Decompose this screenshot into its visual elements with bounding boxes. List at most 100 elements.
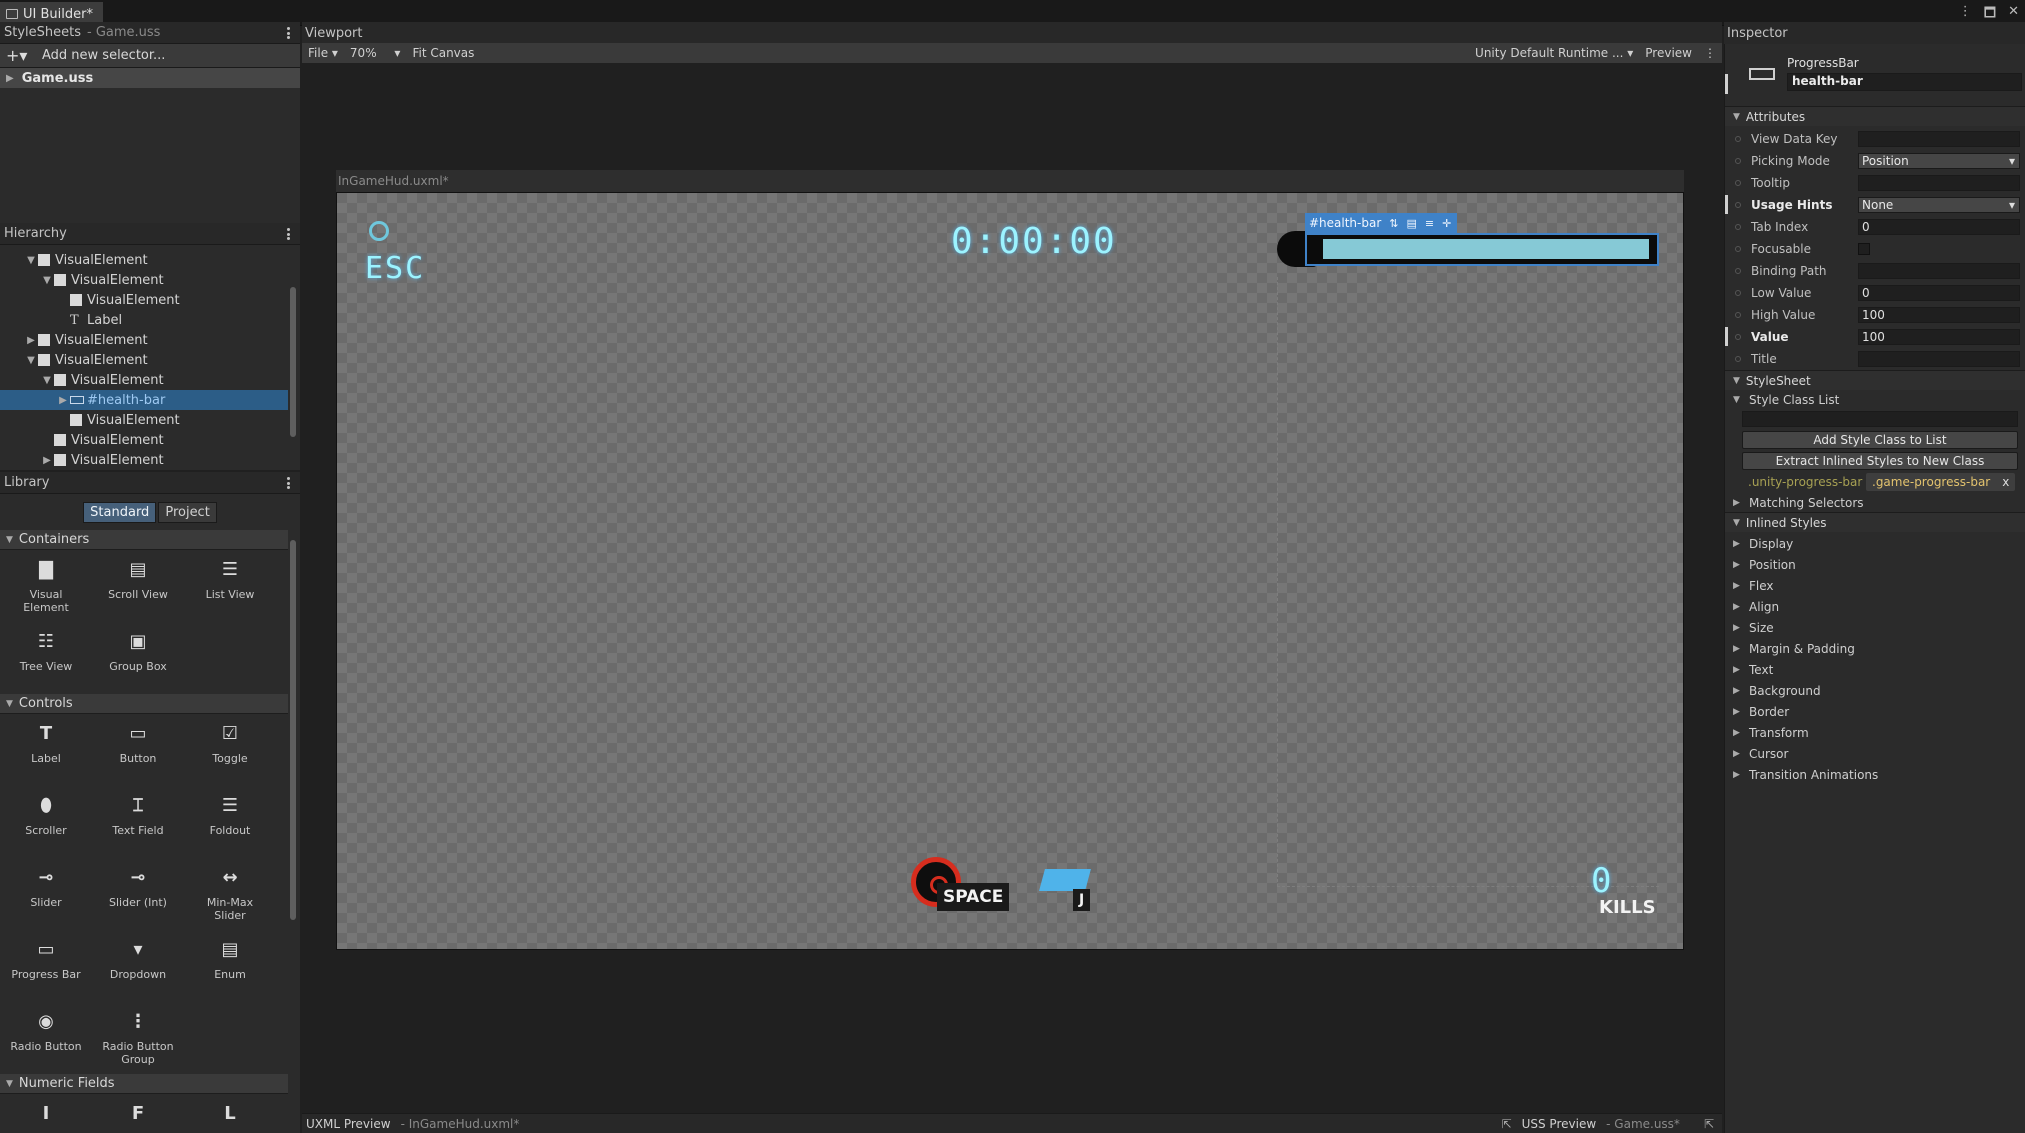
- expand-arrow-icon[interactable]: ▶: [1733, 686, 1743, 696]
- library-item[interactable]: ⌶ Text Field: [92, 786, 184, 858]
- expand-arrow-icon[interactable]: ▶: [1733, 644, 1743, 654]
- hierarchy-row[interactable]: ▶ #health-bar: [0, 390, 288, 410]
- attribute-field[interactable]: 0: [1858, 218, 2020, 235]
- library-item[interactable]: LLong: [184, 1094, 276, 1133]
- library-item[interactable]: ▇ Visual Element: [0, 550, 92, 622]
- class-pill-unity[interactable]: .unity-progress-bar: [1742, 473, 1868, 491]
- kills-counter[interactable]: 0: [1591, 861, 1613, 901]
- expand-arrow-icon[interactable]: ▶: [1733, 749, 1743, 759]
- library-item[interactable]: ⊸ Slider: [0, 858, 92, 930]
- inlined-style-foldout[interactable]: ▶ Size: [1725, 617, 2025, 638]
- inlined-style-foldout[interactable]: ▶ Border: [1725, 701, 2025, 722]
- library-item[interactable]: ⋮ Radio Button Group: [92, 1002, 184, 1074]
- expand-arrow-icon[interactable]: ▶: [1733, 560, 1743, 570]
- collapse-arrow-icon[interactable]: ▼: [6, 699, 13, 709]
- inlined-style-foldout[interactable]: ▶ Display: [1725, 533, 2025, 554]
- hierarchy-row[interactable]: T Label: [0, 310, 288, 330]
- library-item[interactable]: ☰ Foldout: [184, 786, 276, 858]
- library-item[interactable]: T Label: [0, 714, 92, 786]
- attributes-section[interactable]: ▼ Attributes: [1725, 106, 2025, 126]
- library-section-header[interactable]: ▼ Containers: [0, 530, 288, 550]
- stylesheet-section[interactable]: ▼ StyleSheet: [1725, 370, 2025, 390]
- attribute-dropdown[interactable]: Position: [1858, 152, 2020, 169]
- uxml-preview-label[interactable]: UXML Preview: [306, 1117, 391, 1131]
- expand-arrow-icon[interactable]: ▶: [1733, 770, 1743, 780]
- expand-arrow-icon[interactable]: ▼: [24, 355, 38, 366]
- hud-j-key[interactable]: J: [1073, 889, 1091, 911]
- library-item[interactable]: ▾ Dropdown: [92, 930, 184, 1002]
- hud-esc-label[interactable]: ESC: [365, 251, 425, 286]
- open-uxml-icon[interactable]: ⇱: [1502, 1117, 1512, 1131]
- library-item[interactable]: ⊸ Slider (Int): [92, 858, 184, 930]
- uss-preview-label[interactable]: USS Preview: [1522, 1117, 1597, 1131]
- expand-arrow-icon[interactable]: ▶: [1733, 581, 1743, 591]
- extract-inlined-styles-button[interactable]: Extract Inlined Styles to New Class: [1742, 452, 2018, 470]
- library-item[interactable]: ◉ Radio Button: [0, 1002, 92, 1074]
- attribute-dropdown[interactable]: None: [1858, 196, 2020, 213]
- hierarchy-row[interactable]: VisualElement: [0, 410, 288, 430]
- library-scrollbar[interactable]: [289, 530, 297, 1133]
- attribute-field[interactable]: 100: [1858, 306, 2020, 323]
- attribute-field[interactable]: [1858, 174, 2020, 191]
- attribute-field[interactable]: [1858, 262, 2020, 279]
- file-menu[interactable]: File ▾: [302, 46, 344, 60]
- inlined-style-foldout[interactable]: ▶ Position: [1725, 554, 2025, 575]
- layout-icon[interactable]: ▤: [1407, 217, 1417, 230]
- inlined-style-foldout[interactable]: ▶ Align: [1725, 596, 2025, 617]
- expand-arrow-icon[interactable]: ▶: [1733, 539, 1743, 549]
- add-style-class-button[interactable]: Add Style Class to List: [1742, 431, 2018, 449]
- expand-arrow-icon[interactable]: ▶: [40, 455, 54, 466]
- inlined-style-foldout[interactable]: ▶ Flex: [1725, 575, 2025, 596]
- attribute-field[interactable]: 100: [1858, 328, 2020, 345]
- hierarchy-row[interactable]: ▶ VisualElement: [0, 330, 288, 350]
- attribute-field[interactable]: 0: [1858, 284, 2020, 301]
- canvas[interactable]: ESC 0:00:00 #health-bar ⇅ ▤ ≡ ✛ SPACE J …: [336, 192, 1684, 950]
- hierarchy-menu-icon[interactable]: [286, 228, 290, 240]
- selection-tag[interactable]: #health-bar ⇅ ▤ ≡ ✛: [1305, 213, 1458, 233]
- library-item[interactable]: ▣ Group Box: [92, 622, 184, 694]
- settings-gear-icon[interactable]: [369, 221, 389, 241]
- inlined-style-foldout[interactable]: ▶ Margin & Padding: [1725, 638, 2025, 659]
- class-pill-game[interactable]: .game-progress-bar x: [1866, 473, 2016, 491]
- expand-arrow-icon[interactable]: ▶: [1733, 728, 1743, 738]
- class-name-input[interactable]: [1742, 411, 2018, 427]
- inlined-styles-section[interactable]: ▼ Inlined Styles: [1725, 512, 2025, 532]
- sort-icon[interactable]: ⇅: [1389, 217, 1398, 230]
- matching-selectors-foldout[interactable]: ▶ Matching Selectors: [1725, 492, 2025, 513]
- hud-space-key[interactable]: SPACE: [937, 883, 1010, 911]
- inlined-style-foldout[interactable]: ▶ Cursor: [1725, 743, 2025, 764]
- align-icon[interactable]: ≡: [1425, 217, 1434, 230]
- health-bar[interactable]: #health-bar ⇅ ▤ ≡ ✛: [1277, 213, 1659, 271]
- library-item[interactable]: ▭ Button: [92, 714, 184, 786]
- kills-label[interactable]: KILLS: [1599, 897, 1656, 918]
- library-menu-icon[interactable]: [286, 477, 290, 489]
- viewport-menu-icon[interactable]: ⋮: [1698, 46, 1722, 60]
- inlined-style-foldout[interactable]: ▶ Background: [1725, 680, 2025, 701]
- expand-arrow-icon[interactable]: ▶: [1733, 707, 1743, 717]
- tab-standard[interactable]: Standard: [83, 501, 157, 523]
- tab-project[interactable]: Project: [158, 501, 217, 523]
- collapse-arrow-icon[interactable]: ▼: [6, 1079, 13, 1089]
- fit-canvas-button[interactable]: Fit Canvas: [406, 46, 480, 60]
- hierarchy-row[interactable]: ▼ VisualElement: [0, 350, 288, 370]
- library-item[interactable]: FFloat: [92, 1094, 184, 1133]
- inlined-style-foldout[interactable]: ▶ Transition Animations: [1725, 764, 2025, 785]
- hierarchy-row[interactable]: ▼ VisualElement: [0, 270, 288, 290]
- library-item[interactable]: ⬮ Scroller: [0, 786, 92, 858]
- library-item[interactable]: ▭ Progress Bar: [0, 930, 92, 1002]
- library-item[interactable]: ▤ Scroll View: [92, 550, 184, 622]
- inlined-style-foldout[interactable]: ▶ Text: [1725, 659, 2025, 680]
- inlined-style-foldout[interactable]: ▶ Transform: [1725, 722, 2025, 743]
- move-icon[interactable]: ✛: [1442, 217, 1451, 230]
- attribute-checkbox[interactable]: [1858, 242, 1870, 255]
- hierarchy-row[interactable]: ▼ VisualElement: [0, 370, 288, 390]
- library-section-header[interactable]: ▼ Controls: [0, 694, 288, 714]
- attribute-field[interactable]: [1858, 350, 2020, 367]
- library-item[interactable]: ☑ Toggle: [184, 714, 276, 786]
- style-class-list-foldout[interactable]: ▼ Style Class List: [1725, 389, 2025, 410]
- stylesheets-menu-icon[interactable]: [286, 27, 290, 39]
- hud-timer[interactable]: 0:00:00: [951, 221, 1117, 262]
- expand-arrow-icon[interactable]: ▶: [1733, 602, 1743, 612]
- add-selector-input[interactable]: Add new selector...: [36, 48, 300, 63]
- expand-arrow-icon[interactable]: ▼: [40, 275, 54, 286]
